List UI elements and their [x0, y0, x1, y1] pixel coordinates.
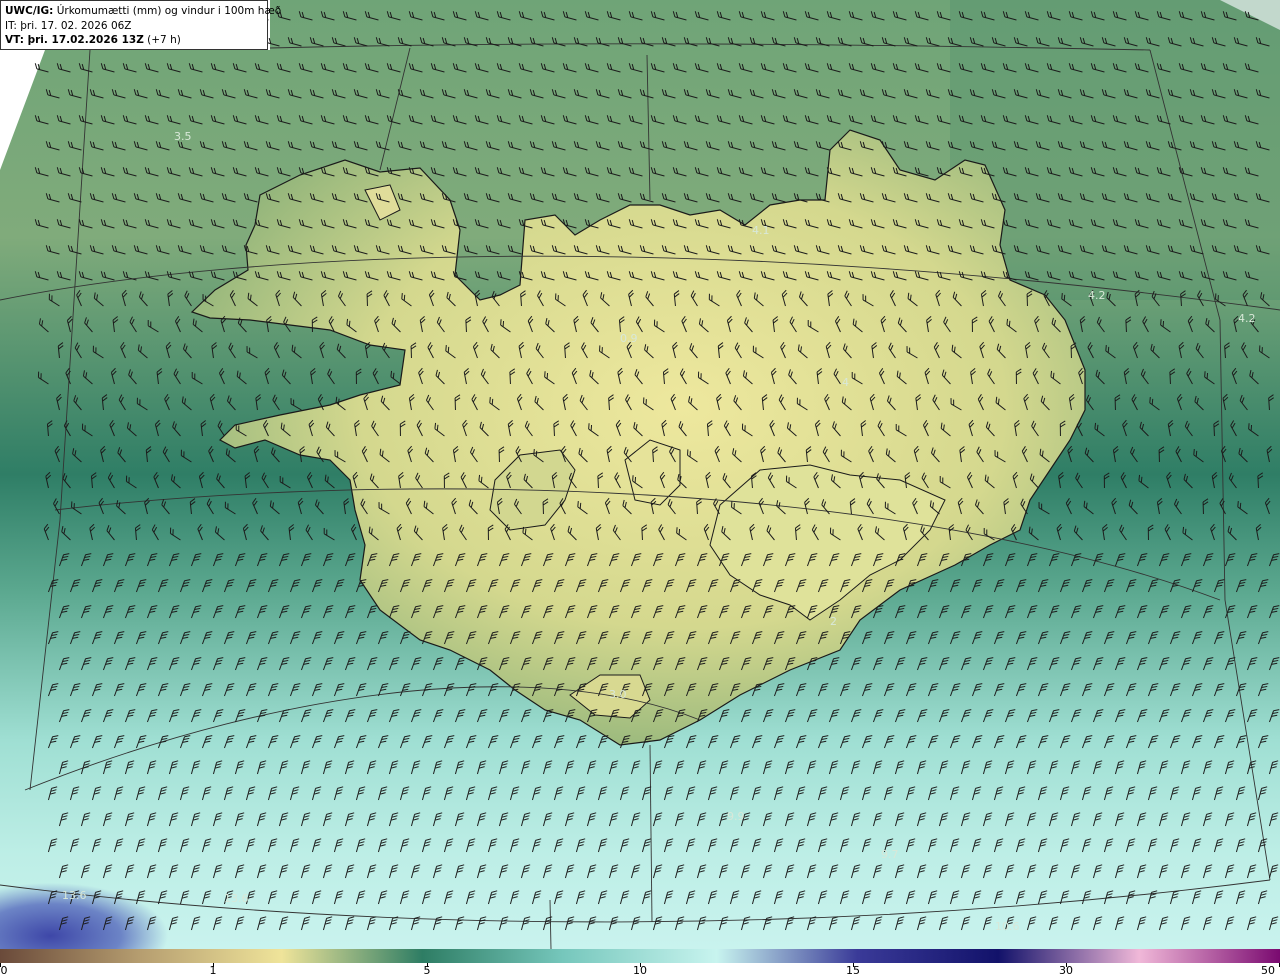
colorbar-label: 15 — [846, 964, 860, 977]
map-value-label: 3.0 — [609, 688, 627, 701]
map-value-label: 4 — [842, 376, 849, 389]
colorbar-label: 5 — [423, 964, 431, 977]
colorbar-strip — [0, 949, 1280, 963]
valid-time: VT: þri. 17.02.2026 13Z — [5, 34, 144, 46]
map-value-label: 4.1 — [752, 224, 770, 237]
map-value-label: 2 — [830, 615, 837, 628]
colorbar-label: 0 — [0, 964, 8, 977]
map-value-label: 10.6 — [995, 920, 1020, 933]
map-description: Úrkomumætti (mm) og vindur i 100m hæð — [56, 5, 282, 17]
colorbar-legend: 0 1 5 10 15 30 50 — [0, 949, 1280, 978]
map-value-label: 4.2 — [1238, 312, 1256, 325]
map-value-label: 13.6 — [62, 889, 87, 902]
map-value-label: 0.9 — [620, 332, 638, 345]
colorbar-label: 10 — [633, 964, 647, 977]
colorbar-label: 50 — [1261, 964, 1275, 977]
map-value-label: 9.9 — [727, 810, 745, 823]
product-code: UWC/IG: — [5, 5, 54, 17]
precipitation-wind-map: 3.5 4.1 4.2 4.2 0.9 4 2 3.0 9.9 9.7 13.6… — [0, 0, 1280, 949]
forecast-map-view: 3.5 4.1 4.2 4.2 0.9 4 2 3.0 9.9 9.7 13.6… — [0, 0, 1280, 978]
lead-time: (+7 h) — [147, 34, 181, 46]
init-time: IT: þri. 17. 02. 2026 06Z — [5, 19, 132, 32]
map-value-label: 3.5 — [174, 130, 192, 143]
map-value-label: 13.6 — [224, 892, 249, 905]
map-value-label: 9.7 — [881, 848, 899, 861]
colorbar-label: 1 — [209, 964, 217, 977]
map-value-label: 4.2 — [1088, 289, 1106, 302]
map-title-box: UWC/IG: Úrkomumætti (mm) og vindur i 100… — [0, 0, 281, 50]
colorbar-label: 30 — [1059, 964, 1073, 977]
